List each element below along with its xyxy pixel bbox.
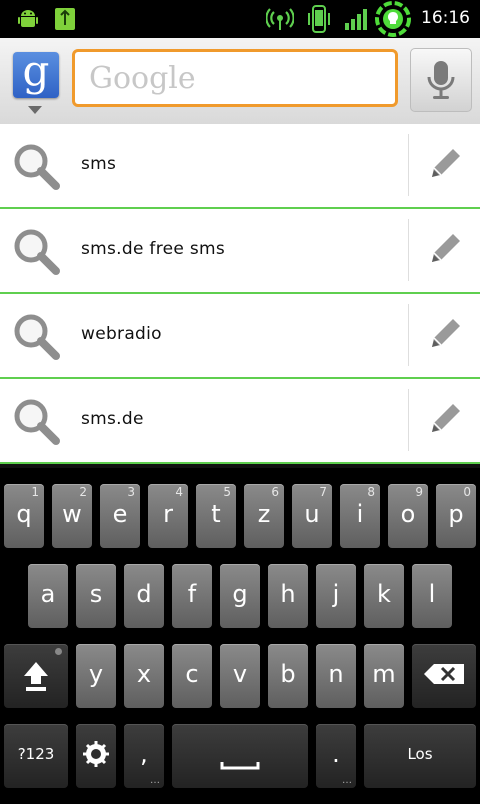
- shift-key[interactable]: [4, 644, 68, 708]
- key-j[interactable]: j: [316, 564, 356, 628]
- edit-query-button[interactable]: [409, 209, 480, 292]
- pencil-icon: [432, 404, 460, 432]
- key-u[interactable]: u7: [292, 484, 332, 548]
- suggestion-text: sms.de: [81, 409, 144, 429]
- suggestion-text: webradio: [81, 324, 162, 344]
- key-f[interactable]: f: [172, 564, 212, 628]
- space-key[interactable]: [172, 724, 308, 788]
- key-e[interactable]: e3: [100, 484, 140, 548]
- key-w[interactable]: w2: [52, 484, 92, 548]
- suggestion-row[interactable]: sms.de: [0, 379, 480, 464]
- key-y[interactable]: y: [76, 644, 116, 708]
- symbols-key[interactable]: ?123: [4, 724, 68, 788]
- signal-bars-icon: [345, 9, 367, 30]
- comma-key[interactable]: , …: [124, 724, 164, 788]
- key-g[interactable]: g: [220, 564, 260, 628]
- key-c[interactable]: c: [172, 644, 212, 708]
- suggestion-text: sms: [81, 154, 117, 174]
- key-a[interactable]: a: [28, 564, 68, 628]
- status-bar: 16:16: [0, 0, 480, 38]
- key-h[interactable]: h: [268, 564, 308, 628]
- suggestion-row[interactable]: webradio: [0, 294, 480, 379]
- dropdown-caret-icon[interactable]: [28, 106, 42, 114]
- delete-key[interactable]: [412, 644, 476, 708]
- suggestion-row[interactable]: sms.de free sms: [0, 209, 480, 294]
- soft-keyboard: q1 w2 e3 r4 t5 z6 u7 i8 o9 p0 a s d f g …: [0, 464, 480, 804]
- key-x[interactable]: x: [124, 644, 164, 708]
- pencil-icon: [432, 149, 460, 177]
- enter-key[interactable]: Los: [364, 724, 476, 788]
- suggestion-row[interactable]: sms: [0, 124, 480, 209]
- period-key[interactable]: . …: [316, 724, 356, 788]
- search-icon: [14, 144, 60, 190]
- pencil-icon: [432, 234, 460, 262]
- more-dots-icon: …: [342, 775, 352, 786]
- search-header: g: [0, 38, 480, 125]
- key-k[interactable]: k: [364, 564, 404, 628]
- key-v[interactable]: v: [220, 644, 260, 708]
- key-d[interactable]: d: [124, 564, 164, 628]
- search-input[interactable]: [72, 49, 398, 107]
- android-icon: [18, 10, 38, 27]
- more-dots-icon: …: [150, 775, 160, 786]
- key-q[interactable]: q1: [4, 484, 44, 548]
- search-icon: [14, 399, 60, 445]
- search-icon: [14, 229, 60, 275]
- settings-key[interactable]: [76, 724, 116, 788]
- wifi-hotspot-icon: [266, 8, 294, 30]
- key-b[interactable]: b: [268, 644, 308, 708]
- voice-search-button[interactable]: [410, 48, 472, 112]
- edit-query-button[interactable]: [409, 294, 480, 377]
- clock: 16:16: [421, 8, 470, 28]
- key-z[interactable]: z6: [244, 484, 284, 548]
- key-m[interactable]: m: [364, 644, 404, 708]
- key-o[interactable]: o9: [388, 484, 428, 548]
- shift-indicator-dot: [55, 648, 62, 655]
- battery-icon: [375, 1, 411, 37]
- key-l[interactable]: l: [412, 564, 452, 628]
- settings-gear-icon: [83, 741, 109, 767]
- key-t[interactable]: t5: [196, 484, 236, 548]
- google-logo-letter: g: [22, 46, 50, 95]
- suggestion-list: sms sms.de free sms webradio sms.de: [0, 124, 480, 464]
- edit-query-button[interactable]: [409, 379, 480, 462]
- search-icon: [14, 314, 60, 360]
- key-p[interactable]: p0: [436, 484, 476, 548]
- space-bar-icon: [220, 762, 260, 770]
- key-s[interactable]: s: [76, 564, 116, 628]
- suggestion-text: sms.de free sms: [81, 239, 226, 259]
- google-logo-button[interactable]: g: [13, 48, 59, 98]
- pencil-icon: [432, 319, 460, 347]
- phone-vibrate-icon: [308, 5, 330, 33]
- key-n[interactable]: n: [316, 644, 356, 708]
- usb-debug-icon: [55, 8, 75, 30]
- edit-query-button[interactable]: [409, 124, 480, 207]
- key-i[interactable]: i8: [340, 484, 380, 548]
- backspace-icon: [424, 664, 464, 684]
- microphone-icon: [427, 61, 455, 99]
- key-r[interactable]: r4: [148, 484, 188, 548]
